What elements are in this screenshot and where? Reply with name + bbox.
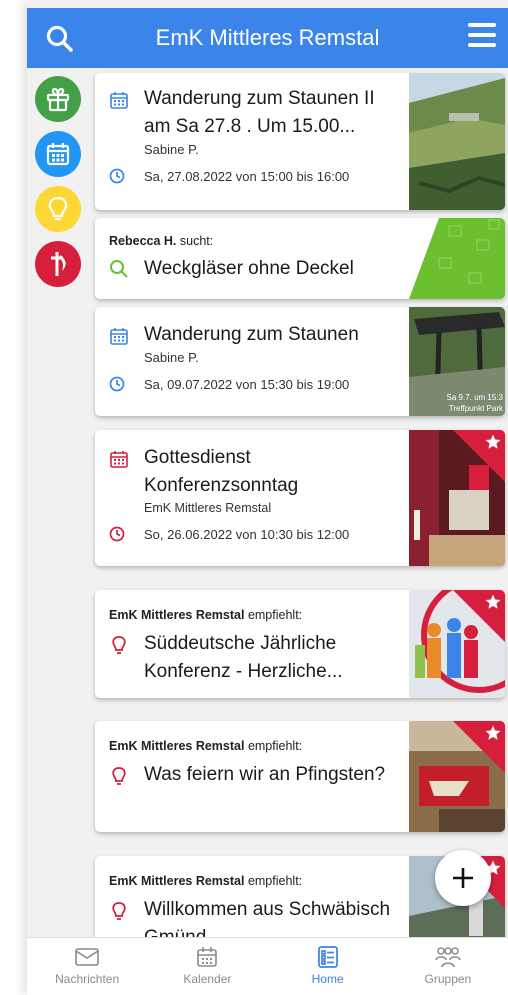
app-frame: EmK Mittleres Remstal Wanderung zum Stau…	[27, 0, 508, 995]
image-caption: Treffpunkt Park	[448, 404, 503, 413]
card-image: Sa 9.7. um 15:3 Treffpunkt Park	[409, 307, 505, 416]
category-sidebar	[35, 76, 81, 296]
card-prefix: empfiehlt:	[244, 739, 303, 753]
card-author: Sabine P.	[144, 350, 199, 365]
card-date: So, 26.06.2022 von 10:30 bis 12:00	[144, 527, 350, 542]
add-button[interactable]	[435, 850, 491, 906]
featured-badge	[453, 590, 505, 642]
card-date: Sa, 09.07.2022 von 15:30 bis 19:00	[144, 377, 350, 392]
lightbulb-icon	[109, 635, 129, 655]
featured-badge	[453, 721, 505, 773]
recommend-card[interactable]: EmK Mittleres Remstal empfiehlt: Was fei…	[95, 721, 505, 832]
card-author: EmK Mittleres Remstal	[109, 874, 245, 888]
nav-label: Gruppen	[424, 972, 472, 986]
search-icon	[109, 259, 129, 279]
card-author: Sabine P.	[144, 142, 199, 157]
card-author: EmK Mittleres Remstal	[144, 501, 272, 515]
app-title: EmK Mittleres Remstal	[155, 25, 380, 50]
card-user: Rebecca H.	[109, 234, 177, 248]
event-card[interactable]: Wanderung zum Staunen Sabine P. Sa, 09.0…	[95, 307, 505, 416]
people-icon	[435, 947, 461, 968]
top-bar: EmK Mittleres Remstal	[27, 8, 508, 68]
nav-home[interactable]: Home	[268, 938, 388, 995]
recommend-card[interactable]: EmK Mittleres Remstal empfiehlt: Süddeut…	[95, 590, 505, 698]
image-caption: Sa 9.7. um 15:3	[446, 393, 503, 402]
nav-label: Nachrichten	[55, 972, 120, 986]
nav-kalender[interactable]: Kalender	[147, 938, 267, 995]
star-icon	[485, 594, 501, 609]
card-prefix: empfiehlt:	[244, 608, 303, 622]
star-icon	[485, 434, 501, 449]
event-card[interactable]: Wanderung zum Staunen II am Sa 27.8 . Um…	[95, 73, 505, 210]
card-title: Wanderung zum Staunen II am Sa 27.8 . Um…	[144, 88, 375, 137]
card-prefix: sucht:	[176, 234, 214, 248]
clock-icon	[109, 168, 125, 184]
gift-icon[interactable]	[35, 76, 81, 122]
card-image	[409, 73, 505, 210]
calendar-icon[interactable]	[35, 131, 81, 177]
mail-icon	[75, 948, 99, 966]
event-card[interactable]: Gottesdienst Konferenzsonntag EmK Mittle…	[95, 430, 505, 566]
calendar-icon	[109, 326, 129, 346]
nav-label: Home	[311, 972, 344, 986]
clock-icon	[109, 376, 125, 392]
card-title: Gottesdienst Konferenzsonntag	[144, 447, 299, 496]
menu-icon[interactable]	[468, 23, 496, 49]
search-card[interactable]: Rebecca H. sucht: Weckgläser ohne Deckel	[95, 218, 505, 299]
featured-badge	[453, 430, 505, 482]
lightbulb-icon[interactable]	[35, 186, 81, 232]
card-title: Süddeutsche Jährliche Konferenz - Herzli…	[144, 633, 343, 682]
calendar-icon	[197, 947, 218, 967]
card-author: EmK Mittleres Remstal	[109, 608, 245, 622]
list-icon	[317, 946, 338, 968]
card-title: Weckgläser ohne Deckel	[144, 258, 354, 279]
calendar-icon	[109, 449, 129, 469]
card-prefix: empfiehlt:	[244, 874, 303, 888]
nav-label: Kalender	[183, 972, 232, 986]
nav-gruppen[interactable]: Gruppen	[388, 938, 508, 995]
card-author: EmK Mittleres Remstal	[109, 739, 245, 753]
bottom-nav: Nachrichten Kalender Home Gruppen	[27, 937, 508, 995]
clock-icon	[109, 526, 125, 542]
nav-nachrichten[interactable]: Nachrichten	[27, 938, 147, 995]
plus-icon	[453, 868, 473, 888]
lightbulb-icon	[109, 901, 129, 921]
calendar-icon	[109, 90, 129, 110]
card-title: Was feiern wir an Pfingsten?	[144, 764, 386, 785]
star-icon	[485, 725, 501, 740]
card-title: Wanderung zum Staunen	[144, 324, 359, 345]
lightbulb-icon	[109, 766, 129, 786]
church-icon[interactable]	[35, 241, 81, 287]
card-date: Sa, 27.08.2022 von 15:00 bis 16:00	[144, 169, 350, 184]
search-icon[interactable]	[45, 24, 75, 54]
card-image	[409, 218, 505, 299]
